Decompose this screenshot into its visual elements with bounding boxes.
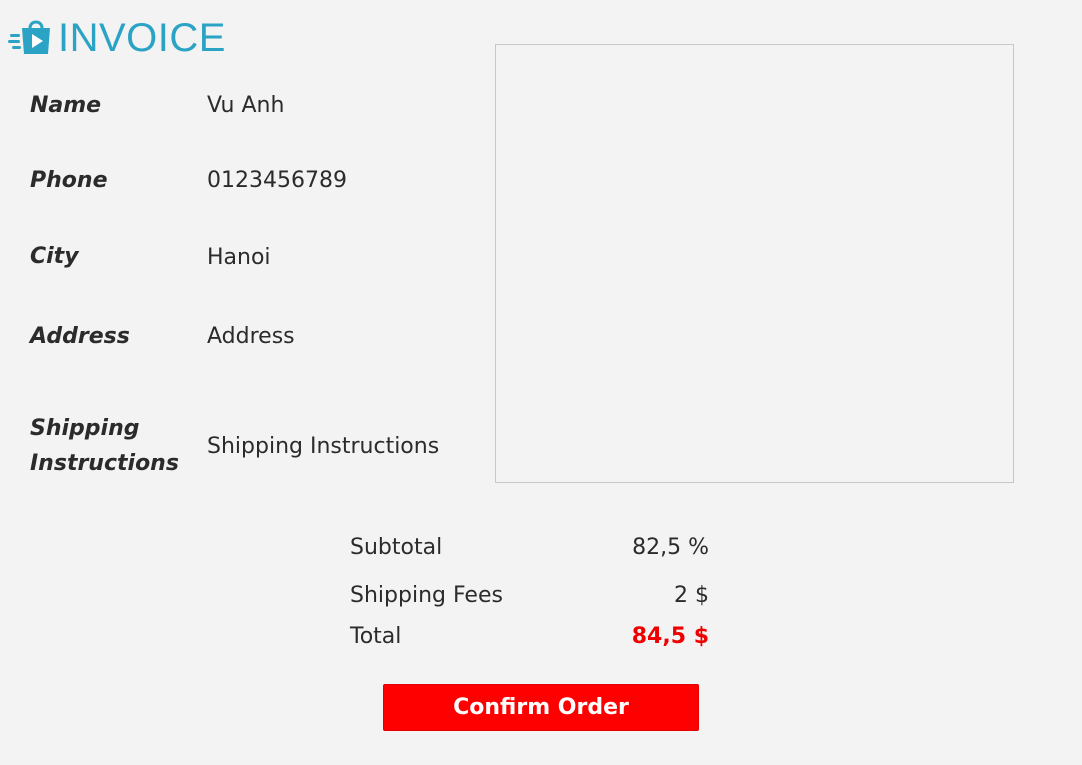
subtotal-value: 82,5 % [632,535,709,560]
city-value: Hanoi [207,245,271,270]
shipping-instructions-label-line1: Shipping [30,416,140,441]
shipping-fees-label: Shipping Fees [350,583,503,608]
shipping-instructions-label: Shipping Instructions [30,411,179,481]
page-title: INVOICE [58,16,226,60]
subtotal-label: Subtotal [350,535,443,560]
shipping-instructions-value: Shipping Instructions [207,434,440,459]
shipping-instructions-label-line2: Instructions [30,451,179,476]
preview-panel [495,44,1014,483]
name-label: Name [30,93,102,118]
address-label: Address [30,324,130,349]
total-label: Total [350,624,402,649]
total-value: 84,5 $ [631,624,709,649]
name-value: Vu Anh [207,93,285,118]
shipping-fees-value: 2 $ [674,583,709,608]
city-label: City [30,244,79,269]
phone-value: 0123456789 [207,168,347,193]
address-value: Address [207,324,295,349]
confirm-order-button[interactable]: Confirm Order [383,684,699,731]
shopping-bag-play-icon [8,14,54,58]
phone-label: Phone [30,168,108,193]
